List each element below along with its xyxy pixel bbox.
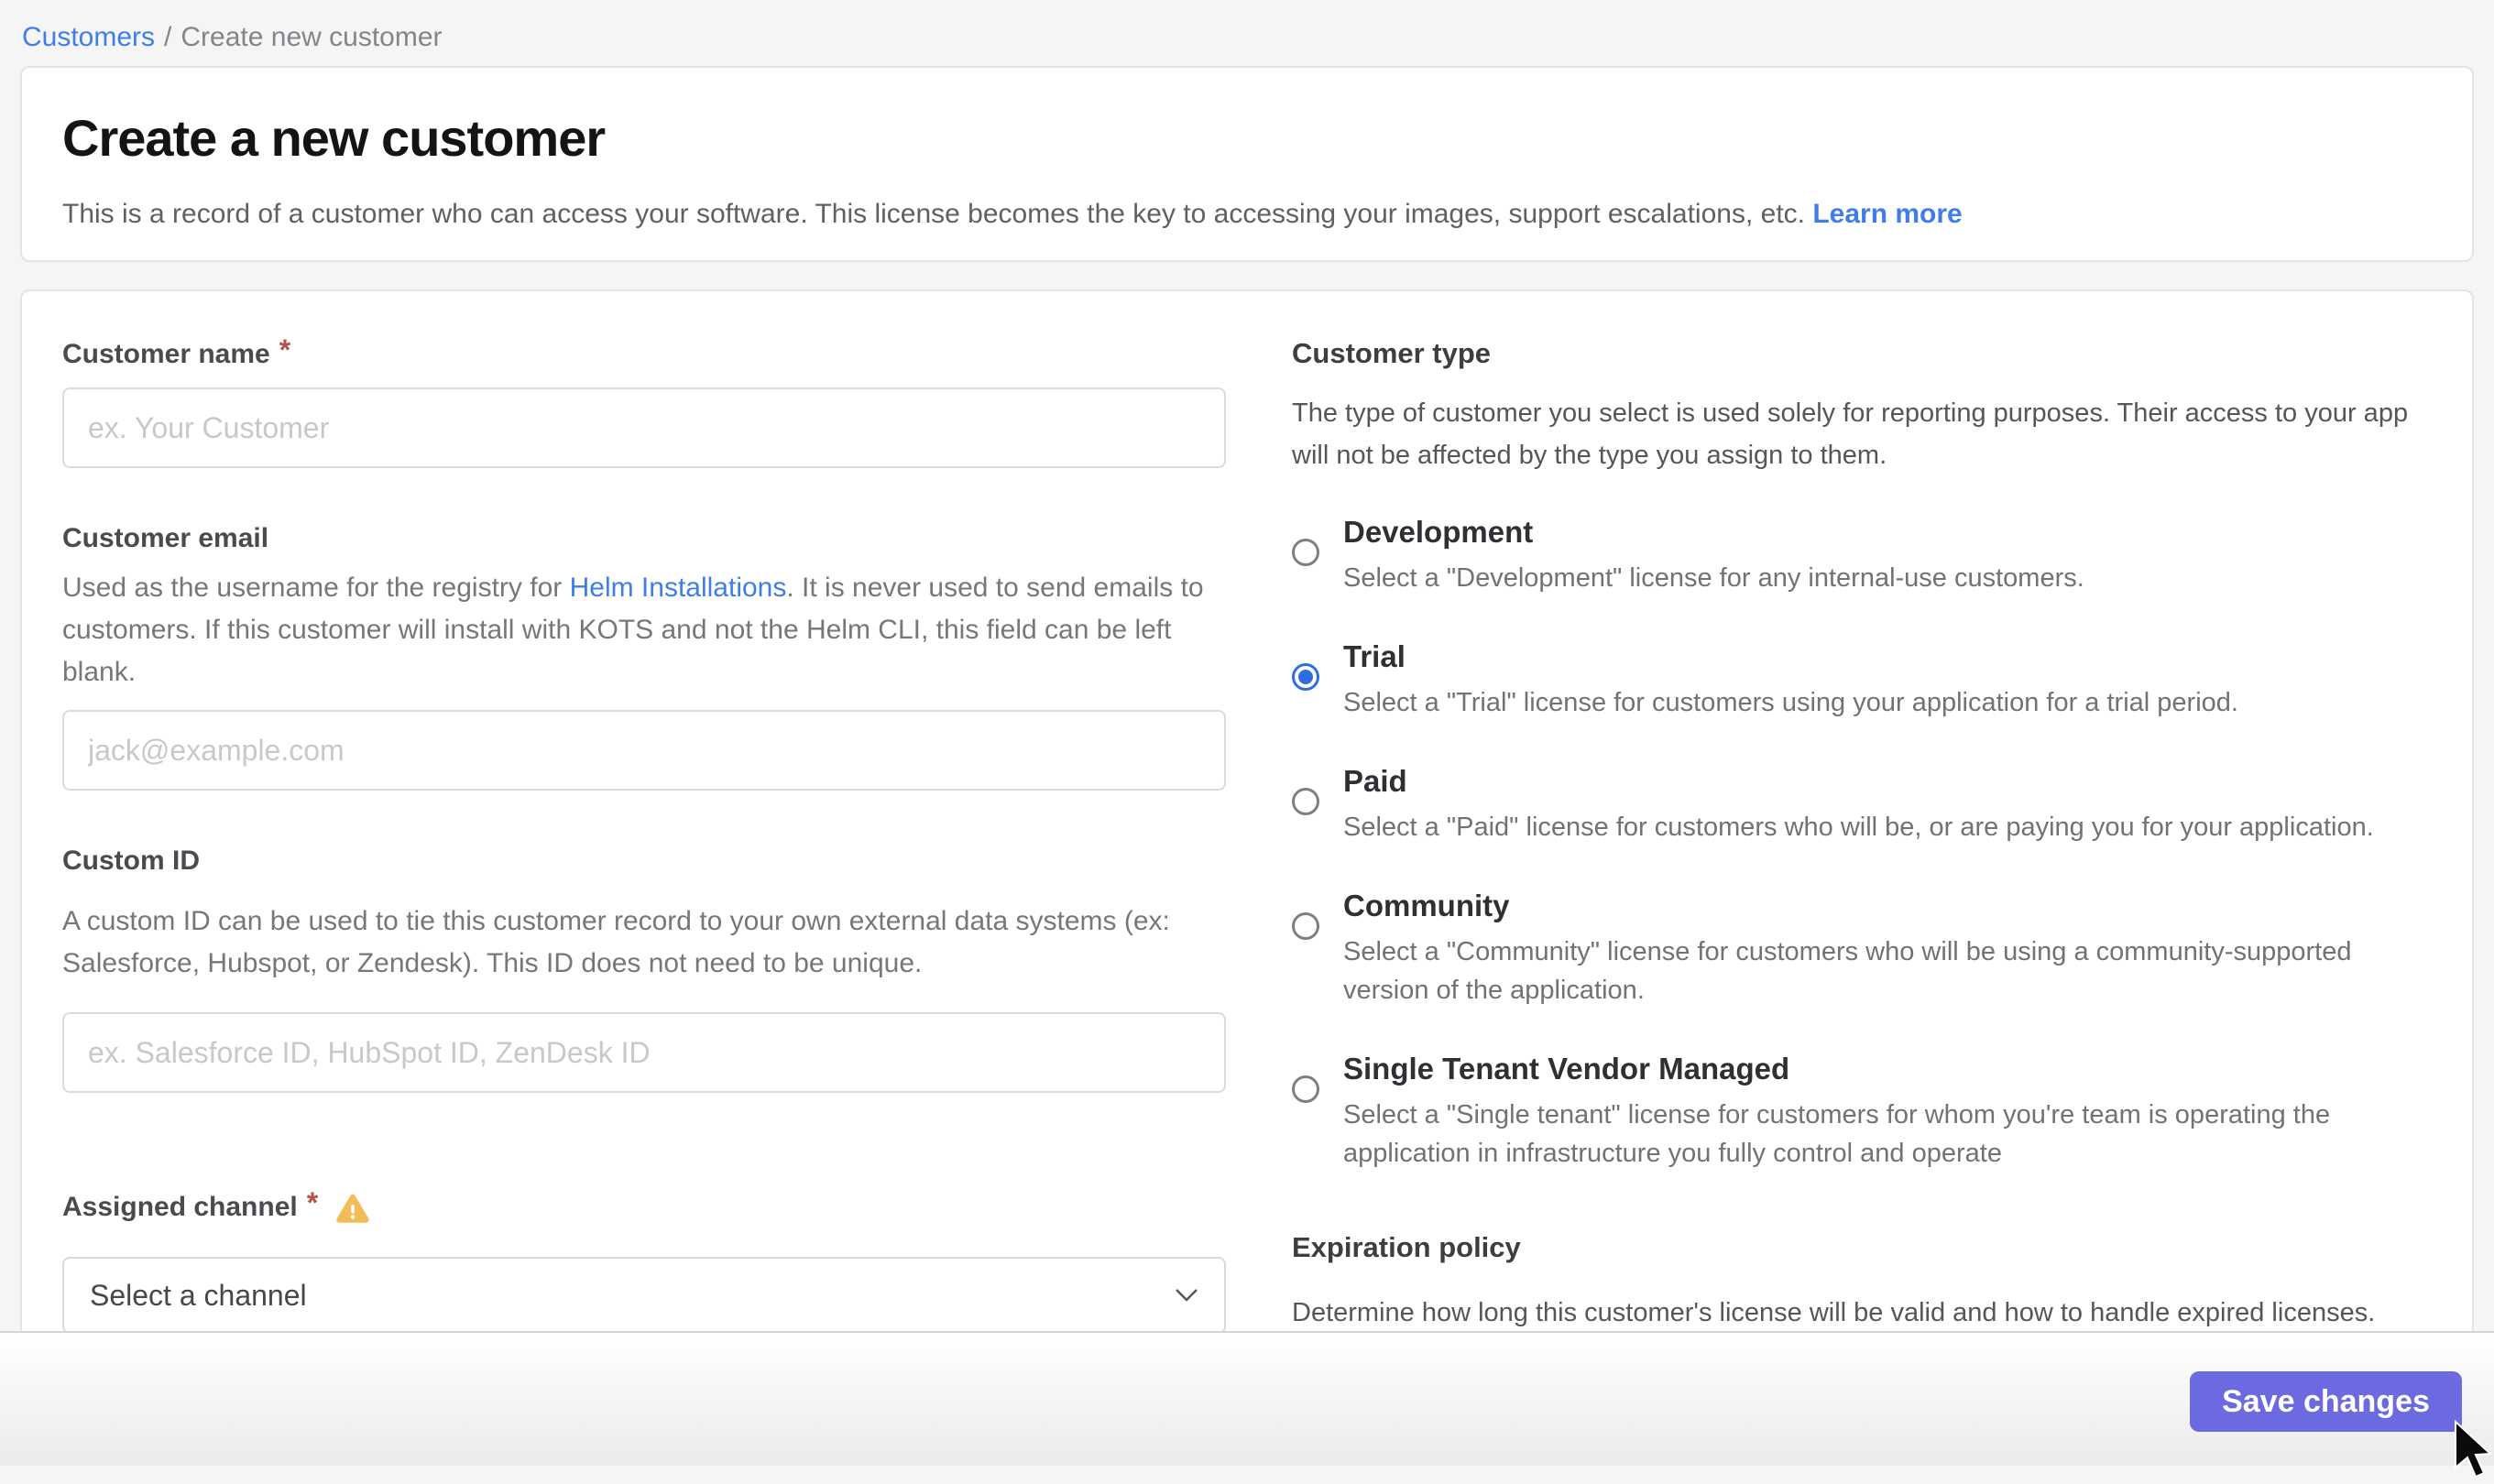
assigned-channel-label: Assigned channel * bbox=[62, 1190, 1226, 1224]
radio-development[interactable] bbox=[1292, 539, 1319, 566]
customer-email-field: Customer email Used as the username for … bbox=[62, 523, 1226, 791]
expiration-policy-description: Determine how long this customer's licen… bbox=[1292, 1292, 2432, 1334]
customer-name-label: Customer name * bbox=[62, 337, 1226, 371]
custom-id-label-text: Custom ID bbox=[62, 846, 200, 877]
customer-type-options: Development Select a "Development" licen… bbox=[1292, 515, 2432, 1173]
option-description: Select a "Community" license for custome… bbox=[1343, 933, 2432, 1009]
expiration-policy-section: Expiration policy Determine how long thi… bbox=[1292, 1231, 2432, 1334]
assigned-channel-field: Assigned channel * Select a channel bbox=[62, 1190, 1226, 1334]
option-title: Development bbox=[1343, 515, 2432, 550]
required-asterisk: * bbox=[307, 1186, 318, 1220]
customer-email-label: Customer email bbox=[62, 523, 1226, 554]
customer-type-option-community[interactable]: Community Select a "Community" license f… bbox=[1292, 889, 2432, 1009]
radio-paid[interactable] bbox=[1292, 788, 1319, 815]
helm-installations-link[interactable]: Helm Installations bbox=[570, 573, 787, 603]
option-description: Select a "Development" license for any i… bbox=[1343, 559, 2432, 597]
learn-more-link[interactable]: Learn more bbox=[1812, 199, 1962, 229]
customer-type-description: The type of customer you select is used … bbox=[1292, 392, 2432, 476]
option-description: Select a "Paid" license for customers wh… bbox=[1343, 808, 2432, 846]
create-customer-form-card: Customer name * Customer email Used as t… bbox=[20, 289, 2474, 1380]
breadcrumb-current: Create new customer bbox=[180, 22, 442, 52]
custom-id-label: Custom ID bbox=[62, 846, 1226, 877]
option-title: Single Tenant Vendor Managed bbox=[1343, 1052, 2432, 1086]
form-right-column: Customer type The type of customer you s… bbox=[1292, 337, 2432, 1378]
customer-email-input[interactable] bbox=[62, 710, 1226, 791]
breadcrumb-separator: / bbox=[164, 22, 171, 52]
custom-id-help: A custom ID can be used to tie this cust… bbox=[62, 900, 1226, 985]
assigned-channel-selected-value: Select a channel bbox=[90, 1279, 307, 1313]
option-title: Paid bbox=[1343, 764, 2432, 799]
customer-email-help-before: Used as the username for the registry fo… bbox=[62, 573, 570, 603]
customer-type-option-development[interactable]: Development Select a "Development" licen… bbox=[1292, 515, 2432, 597]
customer-type-option-trial[interactable]: Trial Select a "Trial" license for custo… bbox=[1292, 639, 2432, 722]
page-header-card: Create a new customer This is a record o… bbox=[20, 66, 2474, 262]
required-asterisk: * bbox=[279, 333, 290, 367]
page-title: Create a new customer bbox=[62, 108, 2432, 168]
option-description: Select a "Trial" license for customers u… bbox=[1343, 683, 2432, 722]
form-footer-bar: Save changes bbox=[0, 1331, 2494, 1466]
expiration-policy-heading: Expiration policy bbox=[1292, 1231, 2432, 1264]
radio-single-tenant[interactable] bbox=[1292, 1075, 1319, 1103]
customer-email-label-text: Customer email bbox=[62, 523, 268, 554]
radio-community[interactable] bbox=[1292, 912, 1319, 940]
customer-name-input[interactable] bbox=[62, 387, 1226, 468]
page-description: This is a record of a customer who can a… bbox=[62, 199, 2432, 230]
warning-icon bbox=[334, 1193, 371, 1226]
chevron-down-icon bbox=[1175, 1288, 1198, 1303]
customer-type-option-paid[interactable]: Paid Select a "Paid" license for custome… bbox=[1292, 764, 2432, 846]
customer-name-label-text: Customer name bbox=[62, 339, 270, 370]
option-description: Select a "Single tenant" license for cus… bbox=[1343, 1096, 2432, 1173]
radio-trial[interactable] bbox=[1292, 663, 1319, 691]
assigned-channel-select[interactable]: Select a channel bbox=[62, 1257, 1226, 1334]
option-title: Trial bbox=[1343, 639, 2432, 674]
customer-name-field: Customer name * bbox=[62, 337, 1226, 468]
assigned-channel-label-text: Assigned channel bbox=[62, 1192, 298, 1223]
form-left-column: Customer name * Customer email Used as t… bbox=[62, 337, 1226, 1378]
breadcrumb: Customers / Create new customer bbox=[0, 0, 2494, 66]
option-title: Community bbox=[1343, 889, 2432, 923]
custom-id-input[interactable] bbox=[62, 1012, 1226, 1093]
customer-type-heading: Customer type bbox=[1292, 337, 2432, 370]
customer-email-help: Used as the username for the registry fo… bbox=[62, 567, 1226, 693]
save-changes-button[interactable]: Save changes bbox=[2190, 1371, 2462, 1432]
customer-type-option-single-tenant[interactable]: Single Tenant Vendor Managed Select a "S… bbox=[1292, 1052, 2432, 1173]
breadcrumb-link-customers[interactable]: Customers bbox=[22, 22, 155, 52]
custom-id-field: Custom ID A custom ID can be used to tie… bbox=[62, 846, 1226, 1093]
page-description-text: This is a record of a customer who can a… bbox=[62, 199, 1805, 229]
